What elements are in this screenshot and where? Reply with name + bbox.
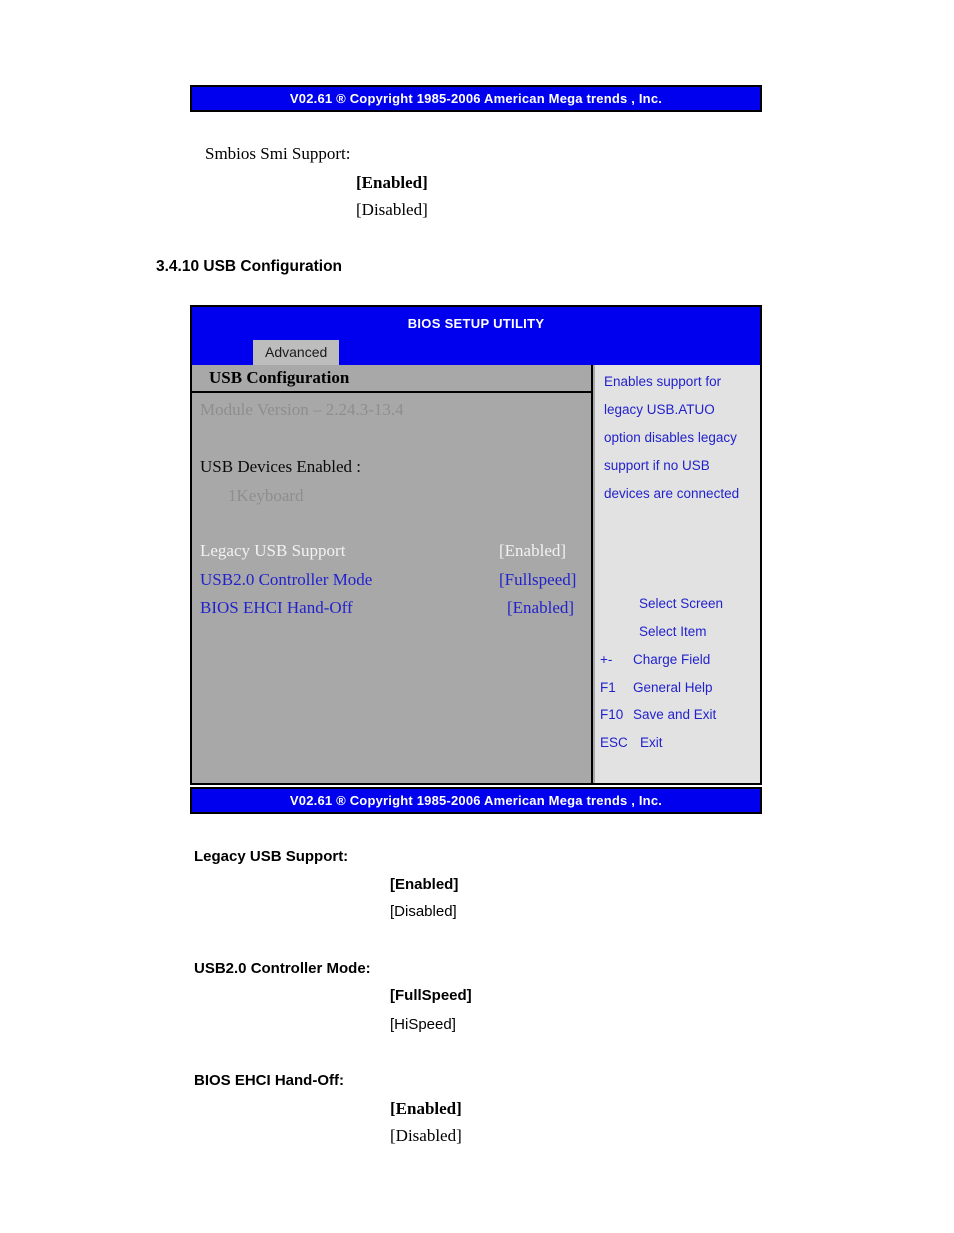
bios-setup-window: BIOS SETUP UTILITY Advanced USB Configur… bbox=[190, 305, 762, 785]
legend-label-charge-field: Charge Field bbox=[633, 652, 711, 667]
setting-value-bios-ehci-hand-off[interactable]: [Enabled] bbox=[507, 598, 574, 618]
usb-devices-enabled-label: USB Devices Enabled : bbox=[200, 457, 361, 476]
legend-key-save-and-exit: F10 bbox=[600, 707, 624, 722]
help-text-line-4: support if no USB bbox=[604, 458, 710, 473]
option-value-bios-ehci-hand-off-disabled: [Disabled] bbox=[390, 1126, 462, 1145]
legend-label-select-item: Select Item bbox=[639, 624, 707, 639]
help-text-line-3: option disables legacy bbox=[604, 430, 737, 445]
bios-settings-pane: USB Configuration Module Version – 2.24.… bbox=[192, 365, 593, 783]
setting-name-usb20-controller-mode[interactable]: USB2.0 Controller Mode bbox=[200, 570, 372, 590]
help-text-line-1: Enables support for bbox=[604, 374, 722, 389]
option-value-usb20-controller-mode-fullspeed: [FullSpeed] bbox=[390, 987, 472, 1004]
smbios-smi-support-option-enabled: [Enabled] bbox=[356, 173, 428, 192]
pane-title-usb-configuration: USB Configuration bbox=[209, 368, 350, 387]
legend-label-general-help: General Help bbox=[633, 680, 713, 695]
smbios-smi-support-option-disabled: [Disabled] bbox=[356, 200, 428, 219]
option-value-usb20-controller-mode-hispeed: [HiSpeed] bbox=[390, 1016, 456, 1033]
setting-value-legacy-usb-support[interactable]: [Enabled] bbox=[499, 541, 566, 561]
option-heading-bios-ehci-hand-off: BIOS EHCI Hand-Off: bbox=[194, 1072, 344, 1089]
legend-key-exit: ESC bbox=[600, 735, 628, 750]
ami-copyright-bar-bottom: V02.61 ® Copyright 1985-2006 American Me… bbox=[190, 787, 762, 814]
usb-devices-enabled-value: 1Keyboard bbox=[228, 486, 304, 505]
bios-setup-utility-title: BIOS SETUP UTILITY bbox=[407, 316, 545, 331]
option-value-legacy-usb-support-disabled: [Disabled] bbox=[390, 903, 457, 920]
document-page: V02.61 ® Copyright 1985-2006 American Me… bbox=[0, 0, 954, 1233]
section-heading-usb-configuration: 3.4.10 USB Configuration bbox=[156, 258, 343, 275]
setting-value-usb20-controller-mode[interactable]: [Fullspeed] bbox=[499, 570, 576, 590]
legend-key-charge-field: +- bbox=[600, 652, 613, 667]
bios-help-pane: Enables support for legacy USB.ATUO opti… bbox=[595, 365, 760, 783]
option-heading-usb20-controller-mode: USB2.0 Controller Mode: bbox=[194, 960, 371, 977]
option-heading-legacy-usb-support: Legacy USB Support: bbox=[194, 848, 349, 865]
option-value-legacy-usb-support-enabled: [Enabled] bbox=[390, 876, 459, 893]
bios-body: USB Configuration Module Version – 2.24.… bbox=[192, 365, 760, 783]
option-value-bios-ehci-hand-off-enabled: [Enabled] bbox=[390, 1099, 462, 1118]
legend-label-save-and-exit: Save and Exit bbox=[633, 707, 717, 722]
help-text-line-2: legacy USB.ATUO bbox=[604, 402, 715, 417]
legend-key-general-help: F1 bbox=[600, 680, 616, 695]
module-version-text: Module Version – 2.24.3-13.4 bbox=[200, 400, 404, 419]
legend-label-select-screen: Select Screen bbox=[639, 596, 724, 611]
pane-title-row: USB Configuration bbox=[192, 365, 591, 393]
ami-copyright-bar-top: V02.61 ® Copyright 1985-2006 American Me… bbox=[190, 85, 762, 112]
legend-label-exit: Exit bbox=[640, 735, 663, 750]
help-text-line-5: devices are connected bbox=[604, 486, 740, 501]
setting-name-bios-ehci-hand-off[interactable]: BIOS EHCI Hand-Off bbox=[200, 598, 353, 618]
smbios-smi-support-label: Smbios Smi Support: bbox=[205, 144, 351, 163]
setting-name-legacy-usb-support[interactable]: Legacy USB Support bbox=[200, 541, 345, 561]
tab-advanced[interactable]: Advanced bbox=[253, 340, 340, 365]
bios-header-bar: BIOS SETUP UTILITY Advanced bbox=[192, 307, 760, 365]
